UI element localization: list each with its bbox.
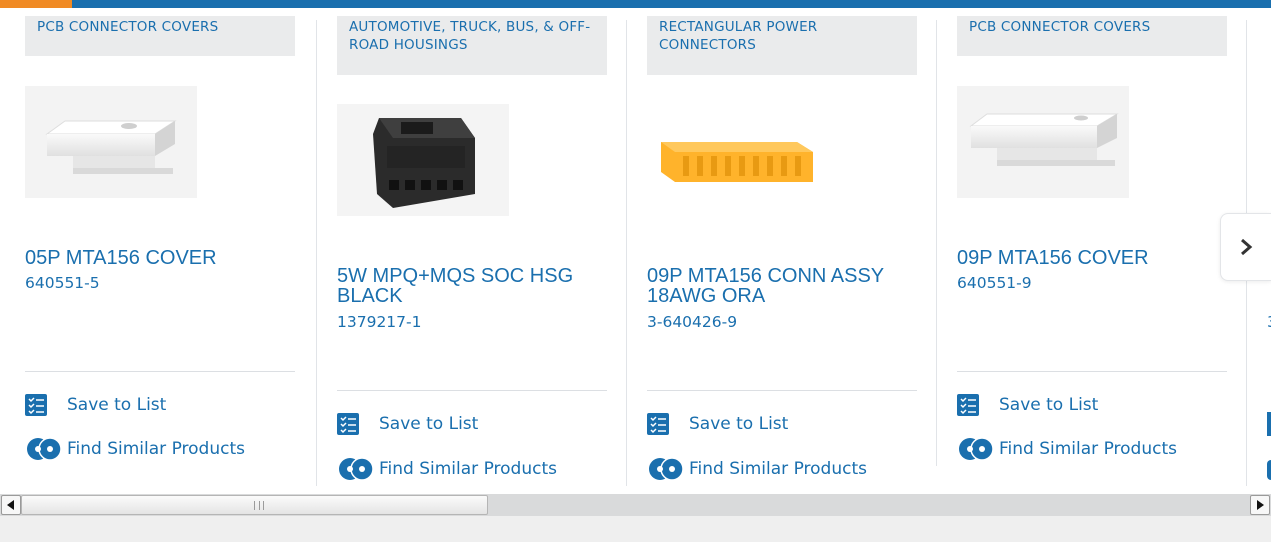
save-to-list-button[interactable]: Save to List <box>647 411 788 437</box>
similar-products-icon <box>649 457 684 481</box>
triangle-right-icon <box>1257 500 1264 510</box>
carousel-next-button[interactable] <box>1220 213 1271 281</box>
similar-products-icon <box>959 437 994 461</box>
product-title[interactable]: 09P MTA156 COVER <box>957 248 1227 268</box>
checklist-icon <box>25 394 47 416</box>
triangle-left-icon <box>7 500 14 510</box>
scroll-left-button[interactable] <box>1 495 21 515</box>
part-number[interactable]: 640551-5 <box>25 274 100 292</box>
save-to-list-button[interactable]: Save to List <box>337 411 478 437</box>
carousel-progress-active <box>0 0 72 8</box>
checklist-icon <box>957 394 979 416</box>
product-image[interactable] <box>25 86 197 198</box>
checklist-icon <box>647 413 669 435</box>
find-similar-label: Find Similar Products <box>999 439 1177 459</box>
part-number[interactable]: 640551-9 <box>957 274 1032 292</box>
product-title[interactable]: 09P MTA156 CONN ASSY 18AWG ORA <box>647 266 917 306</box>
card-separator <box>647 390 917 391</box>
product-card: RECTANGULAR POWER CONNECTORS 09P MTA156 … <box>647 16 958 486</box>
similar-products-icon[interactable] <box>1267 460 1271 480</box>
card-divider <box>936 20 937 466</box>
card-separator <box>337 390 607 391</box>
product-carousel: PCB CONNECTOR COVERS 05P MTA156 COVER 64… <box>0 8 1271 486</box>
save-to-list-label: Save to List <box>379 414 479 434</box>
product-image[interactable] <box>337 104 509 216</box>
checklist-icon[interactable] <box>1267 412 1271 436</box>
scroll-right-button[interactable] <box>1250 495 1270 515</box>
find-similar-products-button[interactable]: Find Similar Products <box>337 456 557 482</box>
card-divider <box>316 20 317 486</box>
save-to-list-label: Save to List <box>999 395 1099 415</box>
save-to-list-button[interactable]: Save to List <box>25 392 166 418</box>
card-separator <box>25 371 295 372</box>
find-similar-products-button[interactable]: Find Similar Products <box>957 436 1177 462</box>
card-separator <box>957 371 1227 372</box>
find-similar-label: Find Similar Products <box>379 459 557 479</box>
checklist-icon <box>337 413 359 435</box>
product-category[interactable]: PCB CONNECTOR COVERS <box>25 16 295 56</box>
product-category[interactable]: PCB CONNECTOR COVERS <box>957 16 1227 56</box>
product-image[interactable] <box>647 104 819 216</box>
similar-products-icon <box>339 457 374 481</box>
find-similar-label: Find Similar Products <box>67 439 245 459</box>
save-to-list-button[interactable]: Save to List <box>957 392 1098 418</box>
chevron-right-icon <box>1241 238 1253 256</box>
save-to-list-label: Save to List <box>67 395 167 415</box>
product-card: PCB CONNECTOR COVERS 05P MTA156 COVER 64… <box>25 16 336 486</box>
find-similar-products-button[interactable]: Find Similar Products <box>647 456 867 482</box>
page-footer-area <box>0 516 1271 542</box>
grip-icon <box>254 501 264 510</box>
find-similar-products-button[interactable]: Find Similar Products <box>25 436 245 462</box>
similar-products-icon <box>27 437 62 461</box>
card-divider <box>626 20 627 486</box>
product-title[interactable]: 05P MTA156 COVER <box>25 248 295 268</box>
part-number[interactable]: 3 <box>1267 313 1271 331</box>
carousel-progress-bar <box>0 0 1271 8</box>
part-number[interactable]: 3-640426-9 <box>647 313 737 331</box>
product-card: AUTOMOTIVE, TRUCK, BUS, & OFF-ROAD HOUSI… <box>337 16 648 486</box>
save-to-list-label: Save to List <box>689 414 789 434</box>
scrollbar-thumb[interactable] <box>21 495 488 515</box>
product-category[interactable]: RECTANGULAR POWER CONNECTORS <box>647 16 917 75</box>
product-image[interactable] <box>957 86 1129 198</box>
horizontal-scrollbar[interactable] <box>0 494 1271 516</box>
product-category[interactable]: AUTOMOTIVE, TRUCK, BUS, & OFF-ROAD HOUSI… <box>337 16 607 75</box>
part-number[interactable]: 1379217-1 <box>337 313 422 331</box>
product-carousel-page: PCB CONNECTOR COVERS 05P MTA156 COVER 64… <box>0 0 1271 542</box>
product-title[interactable]: 5W MPQ+MQS SOC HSG BLACK <box>337 266 607 306</box>
find-similar-label: Find Similar Products <box>689 459 867 479</box>
